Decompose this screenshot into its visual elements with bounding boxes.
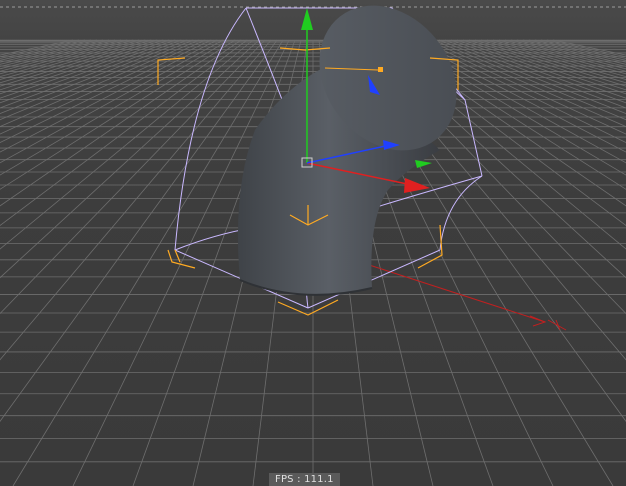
grid-line xyxy=(444,39,626,109)
grid-line xyxy=(0,39,140,81)
viewport-scene[interactable] xyxy=(0,0,626,486)
grid-line xyxy=(0,39,266,315)
grid-line xyxy=(0,39,122,72)
grid-line xyxy=(432,39,626,121)
grid-line xyxy=(0,39,152,87)
grid-line xyxy=(0,39,248,226)
grid-line xyxy=(546,39,626,58)
fps-value: 111.1 xyxy=(304,474,334,485)
grid-line xyxy=(0,39,272,361)
grid-line xyxy=(0,39,128,75)
fps-separator: : xyxy=(293,474,305,485)
grid-line xyxy=(540,39,626,59)
grid-line xyxy=(486,39,626,81)
grid-line xyxy=(0,39,200,127)
grid-line xyxy=(0,39,80,58)
grid-line xyxy=(0,39,134,78)
grid-line xyxy=(0,39,86,59)
grid-line xyxy=(0,39,188,114)
grid-line xyxy=(0,39,194,121)
fps-readout: FPS : 111.1 xyxy=(269,473,340,486)
grid-line xyxy=(0,39,224,164)
3d-viewport[interactable]: FPS : 111.1 xyxy=(0,0,626,486)
grid-line xyxy=(504,39,626,72)
grid-line xyxy=(0,39,158,91)
grid-line xyxy=(0,39,182,109)
fps-label: FPS xyxy=(275,474,294,485)
grid-line xyxy=(492,39,626,78)
grid-line xyxy=(0,39,74,56)
grid-line xyxy=(0,39,218,153)
grid-line xyxy=(498,39,626,75)
grid-line xyxy=(552,39,626,56)
grid-line xyxy=(468,39,626,91)
grid-line xyxy=(0,39,278,422)
grid-line xyxy=(0,39,230,176)
grid-line xyxy=(474,39,626,87)
grid-line xyxy=(426,39,626,127)
grid-line xyxy=(0,39,254,250)
